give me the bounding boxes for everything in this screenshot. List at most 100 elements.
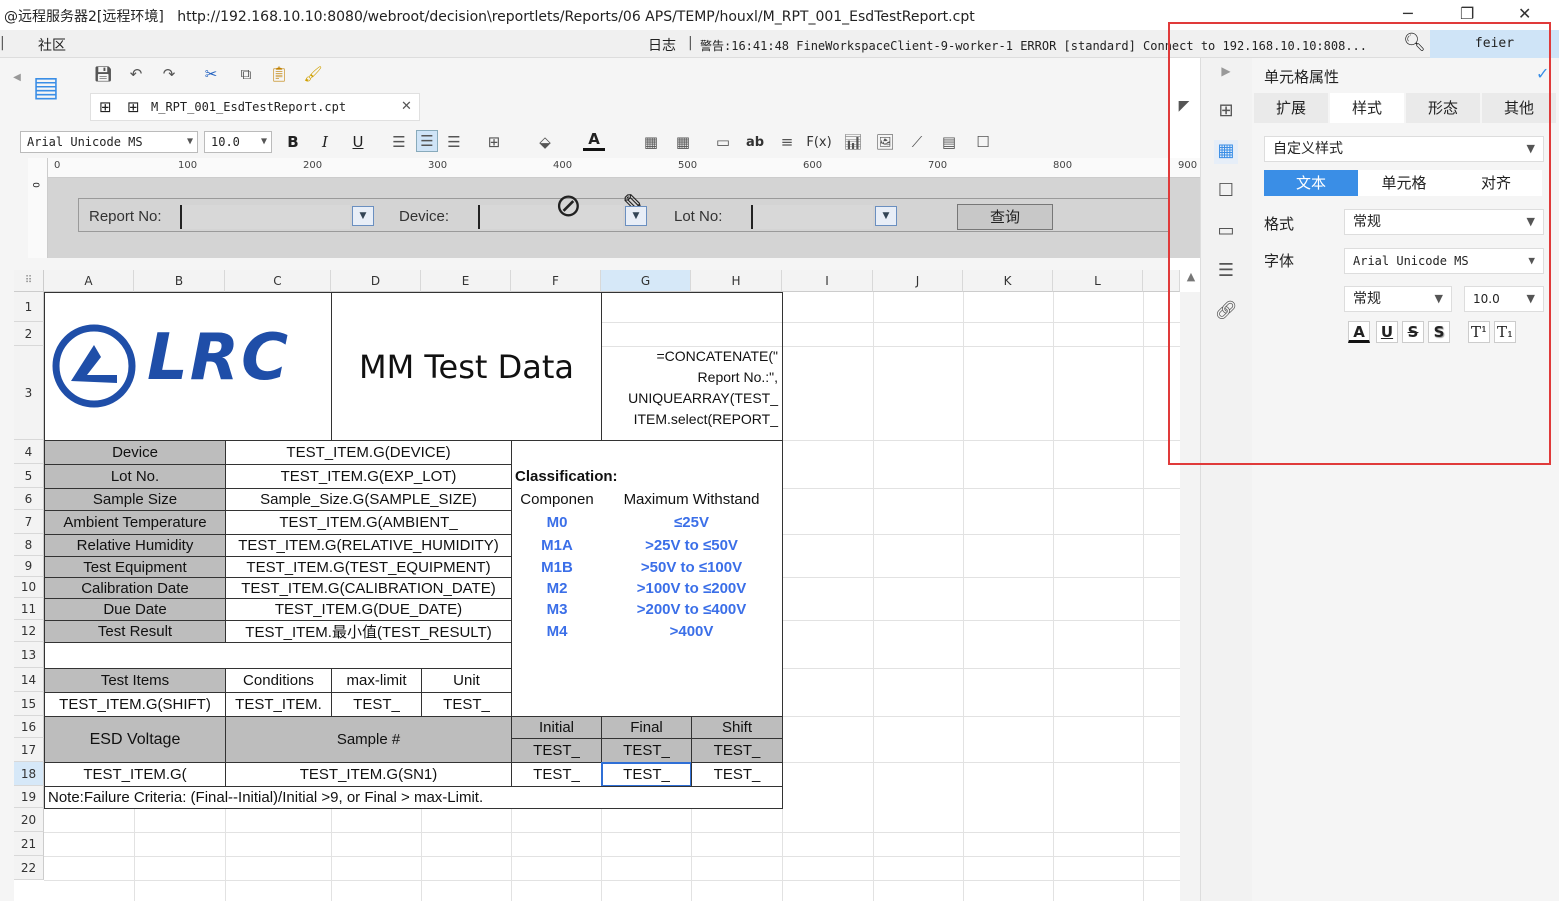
col-header-l[interactable]: L [1053, 270, 1143, 292]
phase-row-initial[interactable]: TEST_ [511, 738, 602, 763]
col-header-f[interactable]: F [511, 270, 601, 292]
report-title-cell[interactable]: MM Test Data [331, 292, 602, 441]
bold-icon[interactable]: B [282, 131, 304, 153]
data-row-initial[interactable]: TEST_ [511, 762, 602, 787]
class-m2-range[interactable]: >100V to ≤200V [601, 577, 783, 599]
info-value-result[interactable]: TEST_ITEM.最小值(TEST_RESULT) [225, 620, 512, 643]
info-label-device[interactable]: Device [44, 440, 226, 465]
class-m4[interactable]: M4 [511, 620, 602, 643]
phase-row-final[interactable]: TEST_ [601, 738, 692, 763]
class-m1a-range[interactable]: >25V to ≤50V [601, 534, 783, 557]
row-header-7[interactable]: 7 [14, 510, 44, 534]
info-value-sample-size[interactable]: Sample_Size.G(SAMPLE_SIZE) [225, 488, 512, 511]
phase-header-shift[interactable]: Shift [691, 716, 783, 739]
info-value-equipment[interactable]: TEST_ITEM.G(TEST_EQUIPMENT) [225, 556, 512, 578]
row-header-15[interactable]: 15 [14, 692, 44, 716]
formula-icon[interactable]: F(x) [806, 131, 831, 153]
row-header-12[interactable]: 12 [14, 620, 44, 642]
param-device-dropdown-icon[interactable]: ▼ [625, 206, 647, 226]
param-lot-no-input[interactable] [751, 205, 873, 229]
test-row-items[interactable]: TEST_ITEM.G(SHIFT) [44, 692, 226, 717]
col-header-g[interactable]: G [601, 270, 691, 292]
cell-f13[interactable] [511, 642, 783, 717]
row-header-21[interactable]: 21 [14, 832, 44, 856]
data-row-shift[interactable]: TEST_ [691, 762, 783, 787]
info-value-ambient[interactable]: TEST_ITEM.G(AMBIENT_ [225, 510, 512, 535]
menu-log[interactable]: 日志 [648, 35, 676, 55]
row-header-22[interactable]: 22 [14, 856, 44, 880]
info-label-ambient[interactable]: Ambient Temperature [44, 510, 226, 535]
row-header-9[interactable]: 9 [14, 556, 44, 577]
fill-color-icon[interactable]: ⬙ [534, 131, 556, 153]
query-button[interactable]: 查询 [957, 204, 1053, 230]
info-label-result[interactable]: Test Result [44, 620, 226, 643]
class-header-component[interactable]: Componen [511, 488, 602, 511]
select-all-corner[interactable]: ⠿ [14, 270, 44, 292]
row-header-8[interactable]: 8 [14, 534, 44, 556]
classification-label[interactable]: Classification: [511, 464, 783, 489]
rich-text-icon[interactable]: ab [744, 131, 766, 153]
test-header-conditions[interactable]: Conditions [225, 668, 332, 693]
class-m0[interactable]: M0 [511, 510, 602, 535]
unmerge-cells-icon[interactable]: ▦ [672, 131, 694, 153]
undo-icon[interactable]: ↶ [125, 63, 147, 85]
font-color-icon[interactable]: A [583, 129, 605, 151]
sample-number-header[interactable]: Sample # [225, 716, 512, 763]
info-value-due[interactable]: TEST_ITEM.G(DUE_DATE) [225, 598, 512, 621]
row-header-14[interactable]: 14 [14, 668, 44, 692]
cell-g2[interactable] [601, 322, 783, 347]
info-label-due[interactable]: Due Date [44, 598, 226, 621]
data-row-esd[interactable]: TEST_ITEM.G( [44, 762, 226, 787]
phase-header-initial[interactable]: Initial [511, 716, 602, 739]
col-header-j[interactable]: J [873, 270, 963, 292]
cell-g1[interactable] [601, 292, 783, 323]
info-label-sample-size[interactable]: Sample Size [44, 488, 226, 511]
class-m1b-range[interactable]: >50V to ≤100V [601, 556, 783, 578]
align-right-icon[interactable]: ☰ [443, 131, 465, 153]
col-header-a[interactable]: A [44, 270, 134, 292]
row-header-4[interactable]: 4 [14, 440, 44, 464]
data-row-final-selected[interactable]: TEST_ [601, 762, 692, 787]
info-label-calibration[interactable]: Calibration Date [44, 577, 226, 599]
file-tab[interactable]: ⊞ ⊞ M_RPT_001_EsdTestReport.cpt ✕ [90, 93, 420, 121]
merge-cells-icon[interactable]: ▦ [640, 131, 662, 153]
class-m3[interactable]: M3 [511, 598, 602, 621]
test-row-conditions[interactable]: TEST_ITEM. [225, 692, 332, 717]
font-size-select[interactable]: 10.0 ▼ [204, 131, 272, 153]
col-header-e[interactable]: E [421, 270, 511, 292]
minimize-button[interactable]: ─ [1403, 4, 1413, 23]
paste-icon[interactable]: 📋︎ [268, 63, 290, 85]
menu-community[interactable]: 社区 [38, 35, 66, 55]
test-header-max-limit[interactable]: max-limit [331, 668, 422, 693]
param-device-input[interactable] [478, 205, 623, 229]
data-row-sample[interactable]: TEST_ITEM.G(SN1) [225, 762, 512, 787]
failure-criteria-note[interactable]: Note:Failure Criteria: (Final--Initial)/… [44, 786, 783, 809]
row-header-6[interactable]: 6 [14, 488, 44, 510]
copy-icon[interactable]: ⧉ [235, 63, 257, 85]
test-header-items[interactable]: Test Items [44, 668, 226, 693]
class-m4-range[interactable]: >400V [601, 620, 783, 643]
logo-cell[interactable]: LRC [44, 292, 332, 441]
class-m1b[interactable]: M1B [511, 556, 602, 578]
file-tab-close-icon[interactable]: ✕ [401, 99, 412, 114]
class-m0-range[interactable]: ≤25V [601, 510, 783, 535]
test-row-max-limit[interactable]: TEST_ [331, 692, 422, 717]
redo-icon[interactable]: ↷ [158, 63, 180, 85]
param-report-no-input[interactable] [180, 205, 350, 229]
info-label-humidity[interactable]: Relative Humidity [44, 534, 226, 557]
hide-eye-icon[interactable]: ⊘ [555, 186, 582, 224]
esd-voltage-header[interactable]: ESD Voltage [44, 716, 226, 763]
underline-icon[interactable]: U [347, 131, 369, 153]
row-header-17[interactable]: 17 [14, 738, 44, 762]
cell-a13[interactable] [44, 642, 512, 669]
restore-button[interactable]: ❐ [1460, 4, 1474, 23]
row-header-11[interactable]: 11 [14, 598, 44, 620]
frame-icon[interactable]: ☐ [972, 131, 994, 153]
info-value-humidity[interactable]: TEST_ITEM.G(RELATIVE_HUMIDITY) [225, 534, 512, 557]
row-header-20[interactable]: 20 [14, 808, 44, 832]
col-header-i[interactable]: I [782, 270, 873, 292]
info-value-calibration[interactable]: TEST_ITEM.G(CALIBRATION_DATE) [225, 577, 512, 599]
row-header-2[interactable]: 2 [14, 322, 44, 346]
info-label-equipment[interactable]: Test Equipment [44, 556, 226, 578]
close-button[interactable]: ✕ [1518, 4, 1531, 23]
